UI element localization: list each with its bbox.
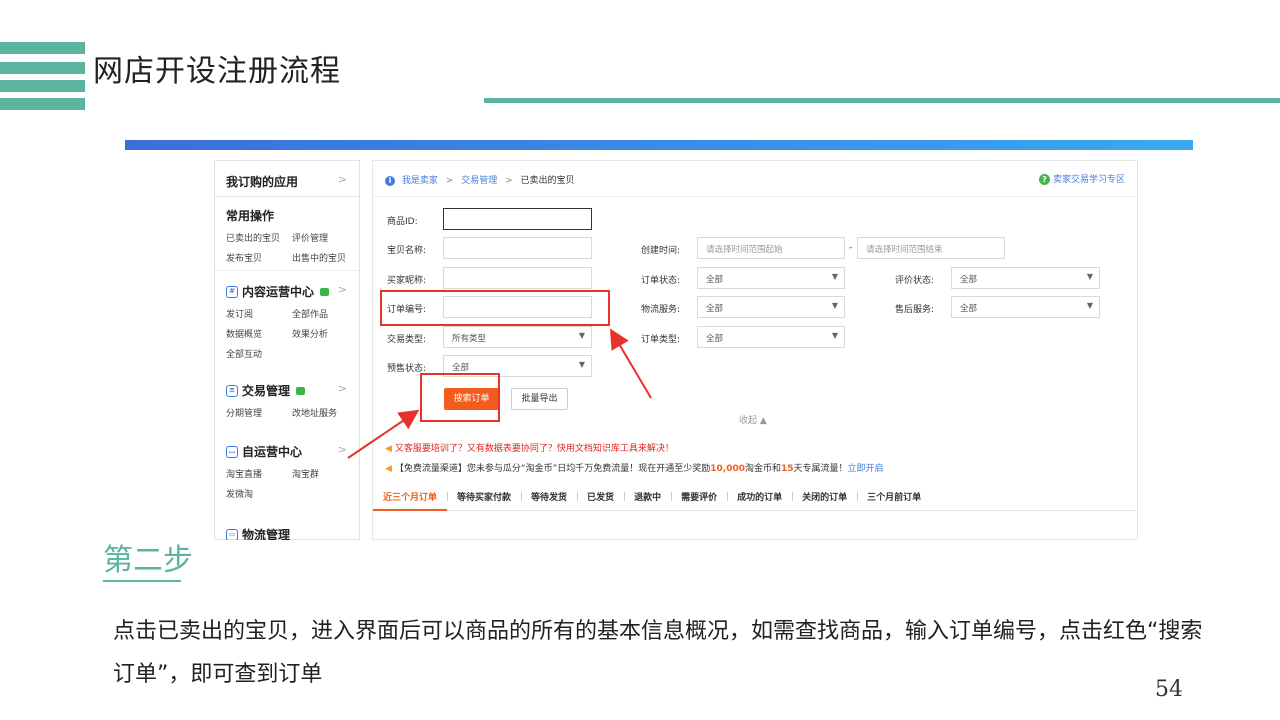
arrow-to-search-button <box>347 409 420 459</box>
page-number: 54 <box>1155 677 1183 702</box>
annotation-arrows <box>347 328 652 459</box>
title-underline <box>484 98 1280 103</box>
header-decoration-bar <box>0 42 85 54</box>
step-title: 第二步 <box>103 543 193 578</box>
header-decoration-bar <box>0 62 85 74</box>
header-decoration-bar <box>0 98 85 110</box>
arrow-to-order-no <box>609 328 652 399</box>
slide-title: 网店开设注册流程 <box>93 54 341 89</box>
blue-gradient-band <box>125 140 1193 150</box>
step-description: 点击已卖出的宝贝，进入界面后可以商品的所有的基本信息概况，如需查找商品，输入订单… <box>113 619 1203 687</box>
header-decoration-bar <box>0 80 85 92</box>
step-underline <box>103 580 181 582</box>
seller-center-screenshot: 我订购的应用 > 常用操作 已卖出的宝贝 评价管理 发布宝贝 出售中的宝贝 # … <box>214 160 1144 540</box>
